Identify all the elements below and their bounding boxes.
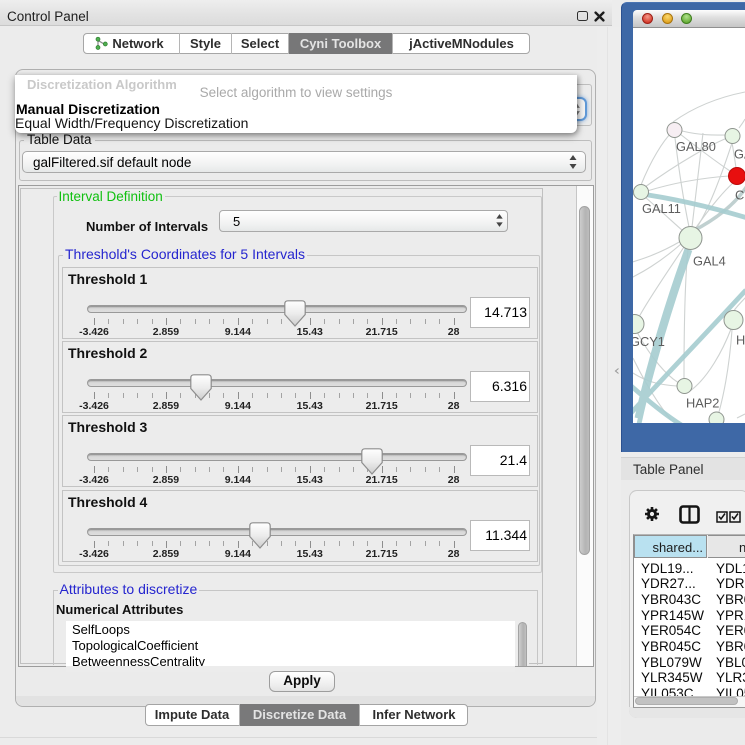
svg-text:GCY1: GCY1: [633, 334, 665, 349]
svg-text:GAL4: GAL4: [693, 254, 726, 269]
svg-text:HAP2: HAP2: [686, 396, 719, 411]
svg-text:CY: CY: [735, 188, 745, 203]
svg-text:H: H: [736, 333, 745, 348]
svg-text:GA: GA: [734, 147, 745, 162]
svg-text:GAL80: GAL80: [676, 139, 716, 154]
svg-text:GAL11: GAL11: [642, 201, 681, 216]
